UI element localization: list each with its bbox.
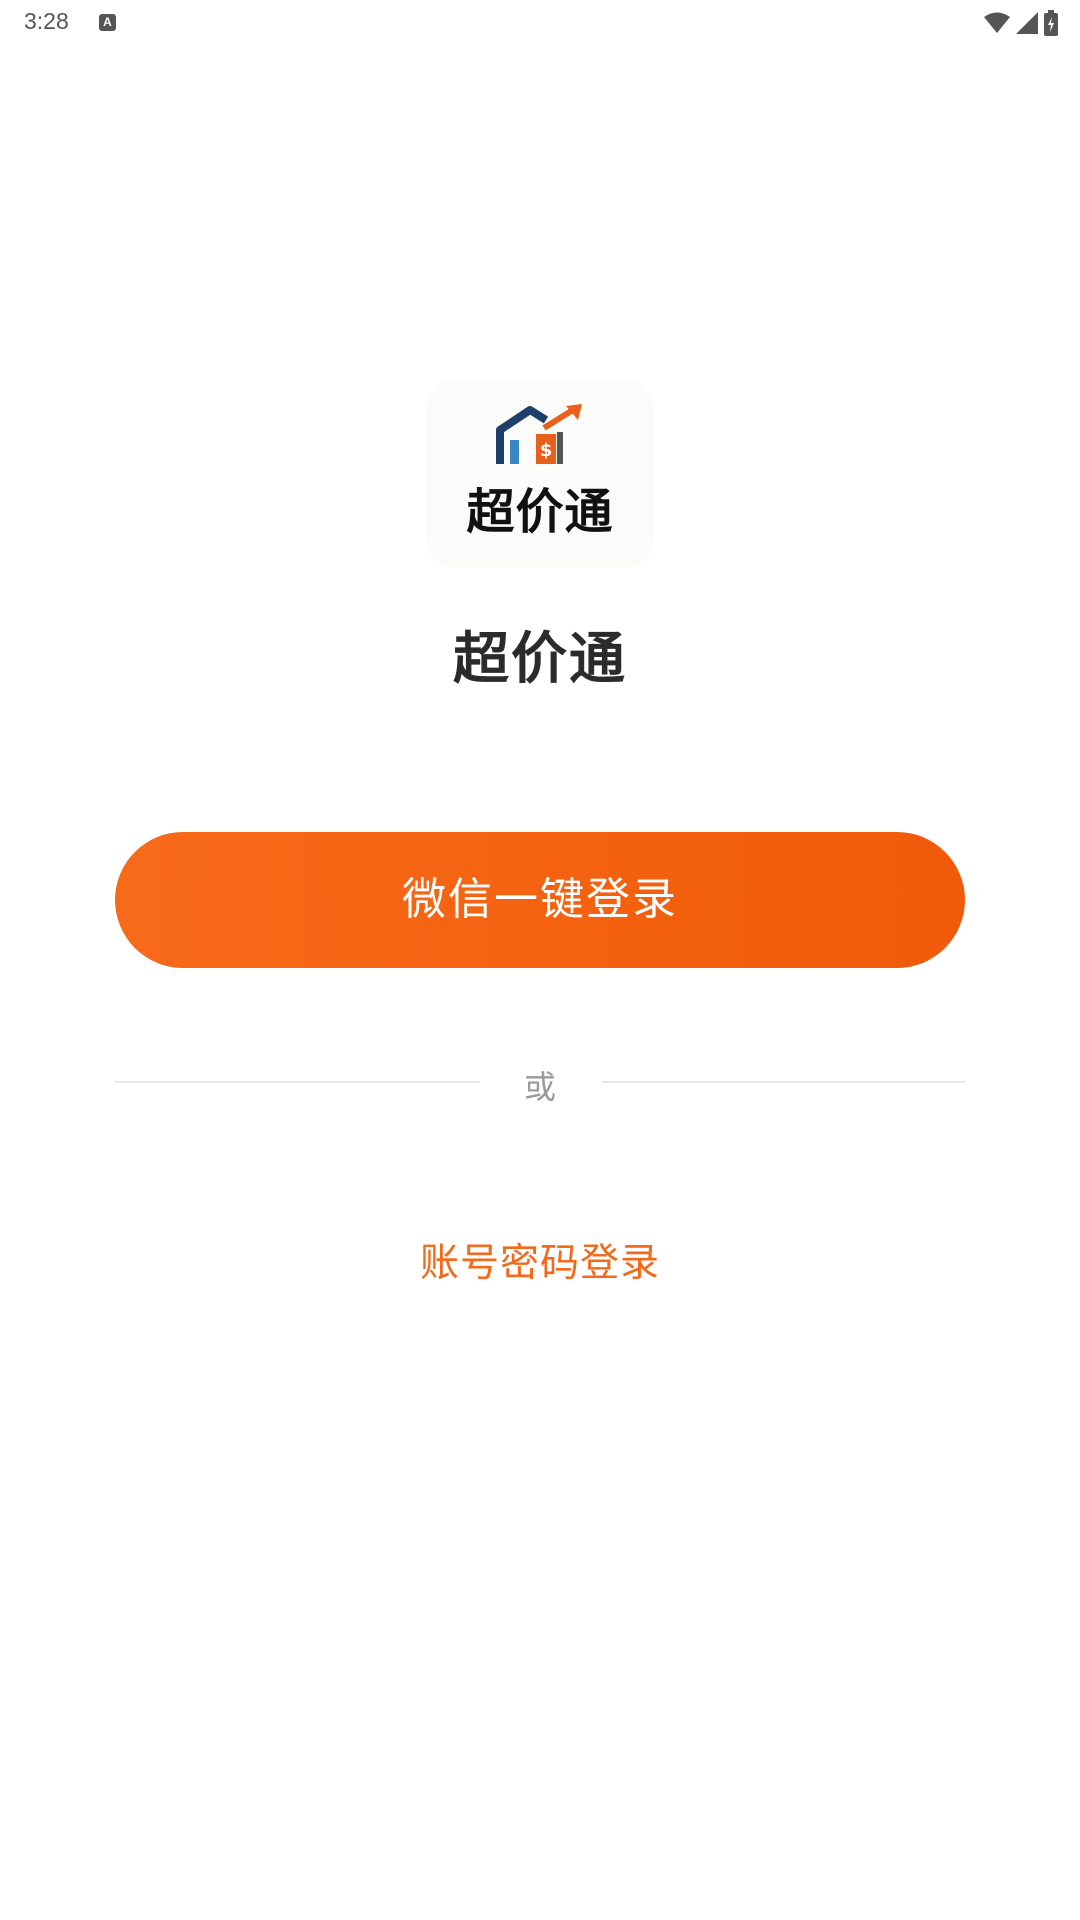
divider-label: 或 (523, 1068, 556, 1106)
app-logo: $ 超价通 (426, 380, 654, 568)
status-bar: 3:28 A (0, 0, 1080, 50)
wifi-icon (984, 12, 1010, 34)
a-icon: A (99, 14, 116, 31)
status-icons (984, 10, 1058, 36)
wechat-login-button[interactable]: 微信一键登录 (115, 832, 965, 968)
app-title: 超价通 (453, 627, 627, 692)
battery-charging-icon (1044, 10, 1058, 36)
account-password-login-link[interactable]: 账号密码登录 (0, 1232, 1080, 1288)
logo-text: 超价通 (466, 484, 614, 540)
status-time: 3:28 (24, 8, 69, 34)
signal-icon (1016, 12, 1038, 34)
house-price-up-icon: $ (496, 404, 586, 474)
svg-text:$: $ (540, 440, 553, 461)
divider-line-right (602, 1081, 965, 1083)
